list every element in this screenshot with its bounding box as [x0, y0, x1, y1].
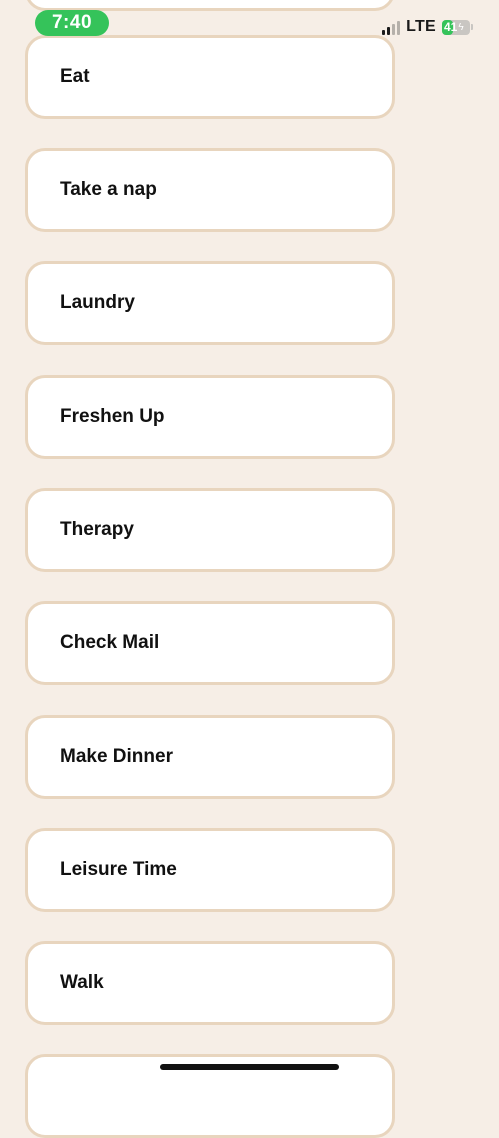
- battery-percent: 41: [444, 19, 458, 34]
- battery-icon: 41 ϟ: [442, 19, 470, 35]
- task-label: Check Mail: [60, 632, 160, 653]
- signal-bar: [392, 24, 396, 35]
- task-label: Walk: [60, 972, 104, 993]
- task-label: Freshen Up: [60, 406, 165, 427]
- signal-icon: [382, 19, 401, 35]
- signal-bar: [387, 27, 391, 35]
- task-card-laundry[interactable]: Laundry: [25, 261, 395, 345]
- task-card-freshen-up[interactable]: Freshen Up: [25, 375, 395, 459]
- charging-bolt-icon: ϟ: [458, 21, 464, 33]
- task-label: Leisure Time: [60, 859, 177, 880]
- task-card-take-a-nap[interactable]: Take a nap: [25, 148, 395, 232]
- task-label: Therapy: [60, 519, 134, 540]
- task-card-check-mail[interactable]: Check Mail: [25, 601, 395, 685]
- task-list: Eat Take a nap Laundry Freshen Up Therap…: [0, 0, 499, 1138]
- battery-cap: [471, 24, 473, 30]
- task-card-make-dinner[interactable]: Make Dinner: [25, 715, 395, 799]
- task-card-eat[interactable]: Eat: [25, 35, 395, 119]
- status-bar: 7:40 LTE 41 ϟ: [0, 0, 499, 46]
- task-label: Eat: [60, 66, 90, 87]
- task-card-walk[interactable]: Walk: [25, 941, 395, 1025]
- task-label: Laundry: [60, 292, 135, 313]
- network-type-label: LTE: [406, 18, 436, 35]
- status-time[interactable]: 7:40: [35, 10, 109, 36]
- task-card-leisure-time[interactable]: Leisure Time: [25, 828, 395, 912]
- status-indicators: LTE 41 ϟ: [382, 16, 473, 38]
- signal-bar: [382, 30, 386, 35]
- home-indicator[interactable]: [160, 1064, 339, 1070]
- task-label: Make Dinner: [60, 746, 173, 767]
- task-card-therapy[interactable]: Therapy: [25, 488, 395, 572]
- task-label: Take a nap: [60, 179, 157, 200]
- signal-bar: [397, 21, 401, 35]
